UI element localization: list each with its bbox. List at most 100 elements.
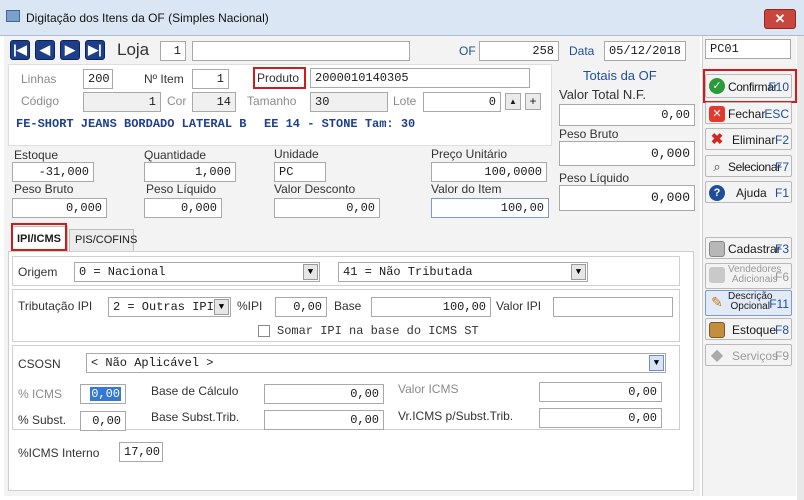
selecionar-button[interactable]: ⌕ Selecionar F7 (705, 155, 792, 177)
estoque-label: Estoque (14, 148, 59, 162)
vendedores-key: F6 (774, 270, 789, 284)
loja-name-field[interactable] (192, 41, 410, 61)
codigo-field[interactable]: 1 (83, 92, 161, 112)
unidade-label: Unidade (274, 147, 319, 161)
origem-select[interactable]: 0 = Nacional ▼ (74, 262, 320, 282)
register-icon (709, 241, 725, 257)
valor-item-field[interactable]: 100,00 (431, 198, 549, 218)
vendedores-label: Vendedores Adicionais (728, 265, 781, 285)
eliminar-button[interactable]: ✖ Eliminar F2 (705, 128, 792, 150)
eliminar-key: F2 (774, 133, 789, 147)
tab-pis-cofins[interactable]: PIS/COFINS (69, 229, 138, 251)
descricao-label: Descrição Opcional (728, 292, 772, 312)
csosn-select-value: < Não Aplicável > (91, 356, 214, 370)
chevron-down-icon: ▼ (303, 264, 318, 280)
tamanho-field[interactable]: 30 (310, 92, 388, 112)
produto-field[interactable]: 2000010140305 (310, 68, 530, 88)
window-title: Digitação dos Itens da OF (Simples Nacio… (26, 11, 269, 25)
no-item-field[interactable]: 1 (192, 69, 229, 89)
servicos-label: Serviços (732, 349, 779, 363)
descricao-key: F11 (769, 297, 789, 311)
last-record-button[interactable]: ▶| (85, 40, 105, 60)
estoque-button-label: Estoque (732, 323, 777, 337)
data-label: Data (569, 44, 595, 58)
right-scrollbar[interactable] (797, 36, 804, 500)
ajuda-button[interactable]: ? Ajuda F1 (705, 181, 792, 203)
base-subst-field[interactable]: 0,00 (264, 410, 384, 430)
close-button[interactable]: ✕ (764, 9, 796, 29)
totais-peso-bruto-field[interactable]: 0,000 (559, 141, 695, 166)
peso-liquido-label: Peso Líquido (146, 182, 217, 196)
valor-total-field[interactable]: 0,00 (559, 104, 695, 126)
base-calc-field[interactable]: 0,00 (264, 384, 384, 404)
vr-icms-subst-field[interactable]: 0,00 (539, 408, 662, 428)
totais-peso-bruto-label: Peso Bruto (559, 127, 619, 141)
base-calc-label: Base de Cálculo (151, 384, 239, 398)
totais-title: Totais da OF (583, 68, 657, 83)
valor-total-label: Valor Total N.F. (559, 87, 646, 102)
base-field[interactable]: 100,00 (371, 297, 491, 317)
cadastrar-button[interactable]: Cadastrar F3 (705, 237, 792, 259)
peso-bruto-label: Peso Bruto (14, 182, 74, 196)
descricao-label-line2: Opcional (730, 301, 770, 312)
of-field[interactable]: 258 (479, 41, 559, 61)
first-record-button[interactable]: |◀ (10, 40, 30, 60)
fechar-button[interactable]: ✕ Fechar ESC (705, 102, 792, 124)
desconto-field[interactable]: 0,00 (274, 198, 380, 218)
peso-liquido-field[interactable]: 0,000 (144, 198, 222, 218)
totais-peso-liquido-field[interactable]: 0,000 (559, 185, 695, 211)
preco-field[interactable]: 100,0000 (431, 162, 547, 182)
quantidade-label: Quantidade (144, 148, 207, 162)
icms-interno-field[interactable]: 17,00 (119, 442, 163, 462)
confirmar-button[interactable]: ✓ Confirmar F10 (705, 74, 792, 98)
tributacao-select-value: 41 = Não Tributada (343, 265, 473, 279)
product-description: FE-SHORT JEANS BORDADO LATERAL B (16, 117, 247, 131)
cadastrar-key: F3 (774, 242, 789, 256)
pct-ipi-field[interactable]: 0,00 (275, 297, 327, 317)
date-field[interactable]: 05/12/2018 (604, 41, 686, 61)
codigo-label: Código (21, 94, 60, 108)
valor-icms-label: Valor ICMS (398, 382, 459, 396)
linhas-label: Linhas (21, 72, 57, 86)
help-icon: ? (709, 185, 725, 201)
pct-subst-label: % Subst. (18, 413, 67, 427)
lote-add-button[interactable]: + (525, 93, 541, 110)
vendedores-button[interactable]: Vendedores Adicionais F6 (705, 263, 792, 289)
peso-bruto-field[interactable]: 0,000 (12, 198, 107, 218)
cor-label: Cor (167, 94, 187, 108)
tributacao-select[interactable]: 41 = Não Tributada ▼ (338, 262, 588, 282)
tamanho-label: Tamanho (247, 94, 297, 108)
csosn-select[interactable]: < Não Aplicável > ▼ (86, 353, 666, 373)
chevron-down-icon: ▼ (649, 355, 664, 371)
linhas-field[interactable]: 200 (83, 69, 113, 89)
valor-icms-field[interactable]: 0,00 (539, 382, 662, 402)
somar-ipi-checkbox[interactable] (258, 325, 270, 337)
totais-peso-liquido-label: Peso Líquido (559, 171, 630, 185)
lote-up-button[interactable]: ▲ (505, 93, 521, 110)
next-record-button[interactable]: ▶ (60, 40, 80, 60)
loja-code-field[interactable]: 1 (160, 41, 186, 61)
icms-interno-label: %ICMS Interno (18, 446, 100, 460)
edit-icon: ✎ (711, 294, 723, 310)
cor-field[interactable]: 14 (192, 92, 236, 112)
estoque-button[interactable]: Estoque F8 (705, 318, 792, 340)
servicos-key: F9 (774, 349, 789, 363)
product-description-suffix: EE 14 - STONE Tam: 30 (264, 117, 416, 131)
cadastrar-label: Cadastrar (728, 242, 781, 256)
unidade-field[interactable]: PC (274, 162, 326, 182)
quantidade-field[interactable]: 1,000 (144, 162, 236, 182)
trib-ipi-select[interactable]: 2 = Outras IPI ▼ (108, 297, 231, 317)
valor-ipi-field[interactable] (553, 297, 673, 317)
window-icon (6, 10, 20, 22)
pct-icms-value: 0,00 (90, 387, 121, 401)
vendedores-label-line2: Adicionais (731, 274, 778, 285)
tab-pis-cofins-label: PIS/COFINS (75, 234, 138, 246)
prev-record-button[interactable]: ◀ (35, 40, 55, 60)
pct-icms-field[interactable]: 0,00 (80, 384, 126, 404)
descricao-button[interactable]: ✎ Descrição Opcional F11 (705, 290, 792, 316)
servicos-button[interactable]: ◆ Serviços F9 (705, 344, 792, 366)
estoque-field[interactable]: -31,000 (12, 162, 94, 182)
code-field[interactable]: PC01 (705, 39, 791, 59)
pct-subst-field[interactable]: 0,00 (80, 411, 126, 431)
lote-field[interactable]: 0 (423, 92, 501, 112)
